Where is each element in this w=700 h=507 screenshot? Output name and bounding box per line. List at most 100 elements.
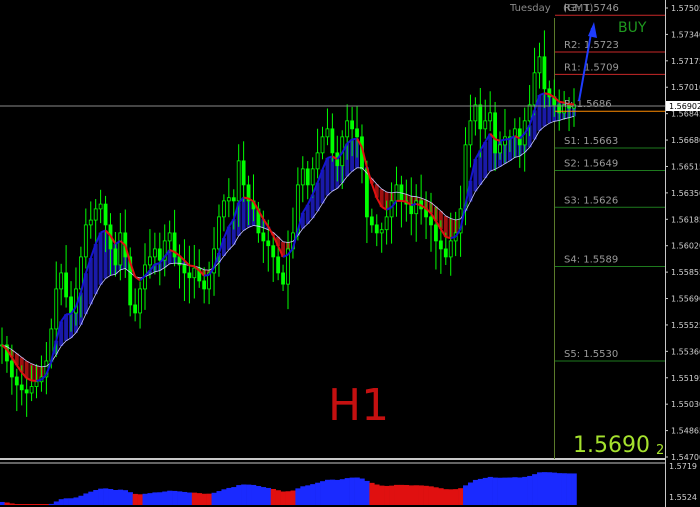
ma-fast-segment: [154, 262, 161, 266]
ma-fast-segment: [499, 138, 506, 142]
ma-fast-segment: [401, 199, 407, 203]
candle-body: [24, 389, 29, 394]
candle-body: [241, 160, 246, 186]
big-current-price-subpip: 2: [656, 443, 664, 458]
candle-body: [369, 216, 374, 226]
indicator-bar: [546, 472, 553, 505]
indicator-bar: [458, 488, 464, 505]
candle-body: [384, 216, 389, 231]
price-tick-label: 1.56020: [671, 242, 700, 251]
indicator-bar: [324, 479, 331, 505]
indicator-bar: [19, 504, 25, 505]
indicator-bar: [502, 477, 508, 505]
indicator-bar: [191, 492, 198, 505]
candle-body: [167, 232, 172, 242]
indicator-bar: [172, 490, 178, 505]
candle-body: [473, 104, 478, 122]
indicator-bar: [260, 487, 267, 505]
candle-body: [98, 203, 103, 210]
indicator-bar: [566, 473, 572, 505]
indicator-bar: [112, 490, 119, 505]
indicator-bar: [413, 485, 419, 505]
price-tick-label: 1.55525: [671, 321, 700, 330]
price-tick-label: 1.55360: [671, 347, 700, 356]
indicator-bar: [537, 472, 543, 505]
indicator-bar: [152, 492, 158, 505]
indicator-bar: [507, 477, 513, 505]
indicator-bar: [236, 485, 242, 505]
indicator-bar: [157, 492, 163, 505]
candle-body: [226, 197, 231, 202]
indicator-bar: [255, 486, 262, 505]
indicator-bar: [98, 488, 104, 505]
candle-body: [483, 120, 488, 130]
indicator-bar: [512, 477, 518, 505]
candle-body: [325, 128, 330, 138]
indicator-bar: [374, 484, 380, 505]
indicator-bar: [9, 503, 15, 505]
indicator-bar: [492, 477, 498, 505]
candle-body: [389, 200, 394, 218]
indicator-bar: [428, 486, 434, 505]
indicator-bar: [482, 477, 489, 505]
candle-body: [305, 168, 310, 186]
ma-fast-segment: [504, 137, 511, 141]
candle-body: [443, 248, 448, 258]
sub-axis-top-label: 1.5719: [669, 462, 697, 471]
candle-body: [83, 224, 88, 258]
pivot-label-s3: S3: 1.5626: [564, 195, 618, 206]
indicator-bar: [142, 493, 148, 505]
indicator-bar: [354, 477, 360, 505]
candle-body: [29, 386, 34, 394]
pivot-label-s1: S1: 1.5663: [564, 136, 618, 147]
gmt-label: (GMT): [563, 3, 593, 14]
indicator-bar: [418, 485, 424, 505]
indicator-bar: [551, 472, 558, 505]
indicator-bar: [162, 491, 168, 505]
indicator-bar: [0, 501, 5, 505]
indicator-bar: [403, 484, 410, 505]
price-tick-label: 1.57175: [671, 57, 700, 66]
candle-body: [266, 240, 271, 247]
candle-body: [315, 152, 320, 170]
indicator-bar: [132, 493, 138, 505]
timeframe-label: H1: [328, 380, 389, 431]
candle-body: [152, 248, 157, 258]
price-chart[interactable]: R3: 1.5746R2: 1.5723R1: 1.5709P: 1.5686S…: [0, 0, 700, 507]
candle-body: [493, 112, 498, 154]
candle-body: [187, 272, 192, 279]
candle-body: [276, 256, 281, 274]
candle-body: [537, 56, 542, 74]
indicator-bar: [315, 482, 321, 505]
indicator-bar: [497, 477, 503, 505]
indicator-bar: [246, 484, 252, 505]
candle-body: [478, 104, 483, 130]
indicator-bar: [231, 487, 237, 505]
candle-body: [103, 203, 108, 226]
candle-body: [221, 200, 226, 218]
indicator-bar: [334, 479, 341, 505]
candle-body: [118, 232, 123, 266]
candle-body: [542, 56, 547, 90]
indicator-bar: [448, 489, 454, 505]
indicator-bar: [541, 472, 548, 505]
candle-body: [448, 240, 453, 258]
candle-body: [429, 216, 433, 226]
indicator-bar: [73, 497, 79, 505]
price-tick-label: 1.55195: [671, 374, 700, 383]
indicator-bar: [443, 489, 449, 505]
price-tick-label: 1.54865: [671, 427, 700, 436]
candle-body: [350, 120, 355, 130]
candle-body: [434, 224, 438, 242]
ma-fast-segment: [327, 155, 333, 159]
candle-body: [374, 224, 379, 234]
candle-body: [54, 288, 59, 330]
indicator-bar: [14, 504, 20, 505]
indicator-bar: [251, 484, 257, 505]
indicator-bar: [117, 489, 124, 505]
candle-body: [217, 216, 221, 250]
candle-body: [148, 256, 152, 266]
price-tick-label: 1.55855: [671, 268, 700, 277]
day-label: Tuesday: [509, 3, 551, 14]
candle-body: [379, 229, 384, 234]
